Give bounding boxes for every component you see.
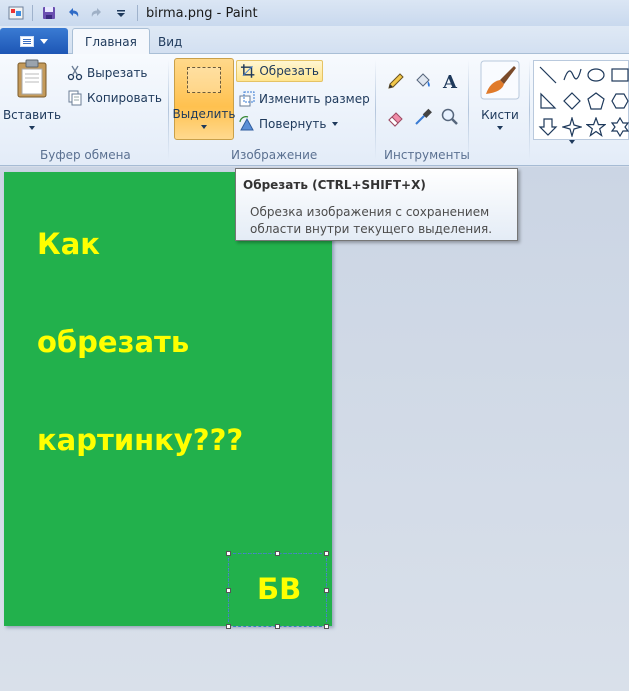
tooltip-title: Обрезать (CTRL+SHIFT+X) [243,178,426,192]
right-triangle-shape-icon[interactable] [538,91,558,111]
selection-handle[interactable] [324,624,329,629]
magnifier-icon[interactable] [439,106,461,128]
paint-menu-button[interactable] [0,28,68,54]
tab-home[interactable]: Главная [72,28,150,55]
resize-icon [239,91,255,107]
tab-view[interactable]: Вид [146,28,194,55]
resize-label: Изменить размер [259,92,370,106]
group-separator [168,60,169,160]
crop-button[interactable]: Обрезать [236,60,323,82]
clipboard-group-label: Буфер обмена [40,148,131,162]
group-separator [529,60,530,160]
select-button[interactable]: Выделить [172,58,236,140]
ribbon: Вставить Вырезать Копировать Буфер обмен… [0,54,629,166]
paste-label: Вставить [2,108,62,122]
tooltip-description: Обрезка изображения с сохранением област… [250,205,493,236]
cut-label: Вырезать [87,66,148,80]
selection-handle[interactable] [226,551,231,556]
image-text-line-2: обрезать [37,325,190,359]
window-title: birma.png - Paint [146,5,258,21]
chevron-down-icon [40,38,48,44]
line-shape-icon[interactable] [538,65,558,85]
selection-handle[interactable] [275,551,280,556]
customize-quick-access-icon[interactable] [111,3,131,23]
crop-label: Обрезать [259,64,319,78]
rotate-label: Повернуть [259,117,327,131]
fill-bucket-icon[interactable] [412,70,434,92]
six-point-star-shape-icon[interactable] [610,117,629,137]
group-separator [468,60,469,160]
image-group-label: Изображение [231,148,318,162]
eraser-icon[interactable] [385,106,407,128]
redo-icon[interactable] [87,3,107,23]
selection-handle[interactable] [324,551,329,556]
app-icon[interactable] [6,3,26,23]
rotate-icon [239,116,254,131]
curve-shape-icon[interactable] [562,65,582,85]
document-icon [20,35,34,47]
select-label: Выделить [172,107,236,121]
rotate-dropdown-icon [332,122,339,126]
resize-button[interactable]: Изменить размер [236,88,373,110]
rectangle-shape-icon[interactable] [610,65,629,85]
color-picker-icon[interactable] [412,106,434,128]
text-icon[interactable]: A [439,70,461,92]
selection-handle[interactable] [324,588,329,593]
selection-handle[interactable] [226,624,231,629]
cut-button[interactable]: Вырезать [64,62,151,84]
undo-icon[interactable] [63,3,83,23]
copy-icon [68,90,82,106]
paste-dropdown-icon [29,126,35,130]
save-icon[interactable] [39,3,59,23]
down-arrow-shape-icon[interactable] [538,117,558,137]
quick-access-separator [32,5,33,21]
paste-button[interactable]: Вставить [3,58,61,140]
brushes-button[interactable]: Кисти [475,60,525,140]
selection-rectangle[interactable] [226,551,329,629]
tools-group-label: Инструменты [384,148,470,162]
brushes-dropdown-icon [497,126,503,130]
select-dropdown-icon [201,125,207,129]
tab-home-label: Главная [85,35,137,49]
brushes-label: Кисти [481,108,519,122]
rotate-button[interactable]: Повернуть [236,113,341,135]
crop-tooltip: Обрезать (CTRL+SHIFT+X) Обрезка изображе… [235,168,518,241]
shapes-gallery [533,60,629,140]
hexagon-shape-icon[interactable] [610,91,629,111]
four-point-star-shape-icon[interactable] [562,117,582,137]
scissors-icon [67,65,83,81]
oval-shape-icon[interactable] [586,65,606,85]
image-text-line-1: Как [37,227,100,261]
copy-button[interactable]: Копировать [64,87,165,109]
brush-icon [480,60,520,100]
copy-label: Копировать [87,91,162,105]
pencil-icon[interactable] [385,70,407,92]
title-bar: birma.png - Paint [0,0,629,26]
clipboard-icon [17,59,47,98]
group-separator [375,60,376,160]
crop-icon [240,64,255,78]
title-separator [137,5,138,21]
diamond-shape-icon[interactable] [562,91,582,111]
image-text-line-3: картинку??? [37,423,244,457]
five-point-star-shape-icon[interactable] [586,117,606,137]
pentagon-shape-icon[interactable] [586,91,606,111]
selection-rect-icon [187,67,221,93]
tab-view-label: Вид [158,34,183,49]
selection-handle[interactable] [275,624,280,629]
ribbon-tabs: Главная Вид [0,26,629,55]
selection-handle[interactable] [226,588,231,593]
svg-text:A: A [442,72,458,91]
shapes-more-icon[interactable] [569,140,575,144]
